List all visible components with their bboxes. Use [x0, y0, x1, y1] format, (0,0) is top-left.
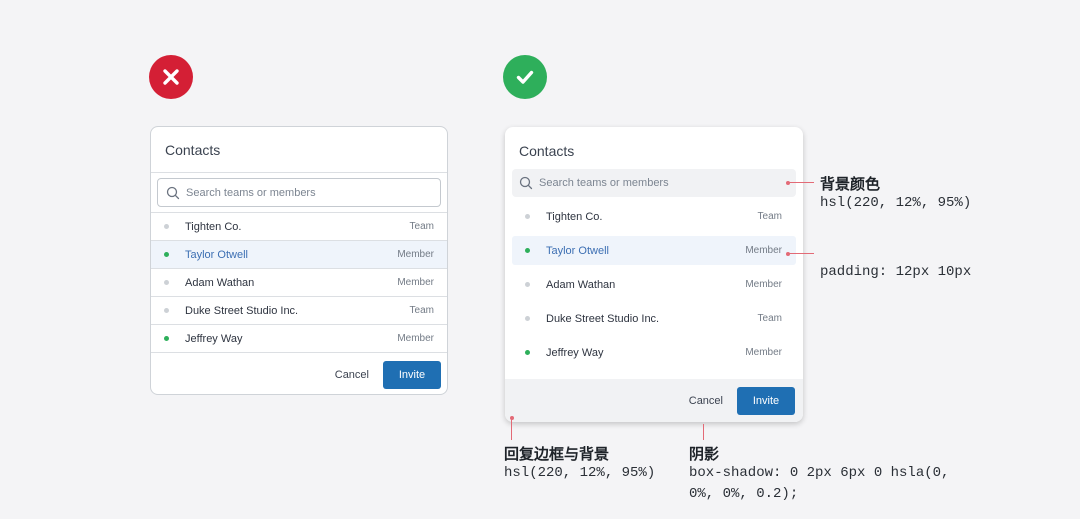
search-input[interactable]: [539, 177, 759, 189]
contact-name: Jeffrey Way: [185, 332, 243, 345]
invite-button[interactable]: Invite: [737, 386, 795, 415]
contact-name: Taylor Otwell: [546, 244, 609, 257]
dialog-footer: Cancel Invite: [151, 353, 447, 394]
contact-name: Tighten Co.: [546, 210, 603, 223]
search-icon: [519, 176, 533, 190]
dialog-title: Contacts: [519, 143, 575, 159]
shadow-annotation-value-line1: box-shadow: 0 2px 6px 0 hsla(0,: [689, 465, 950, 481]
annotation-leader-line: [788, 253, 814, 254]
status-dot: [164, 308, 169, 313]
status-dot: [525, 316, 530, 321]
contact-name: Adam Wathan: [185, 276, 255, 289]
cancel-button[interactable]: Cancel: [689, 395, 723, 407]
border-bg-annotation-value: hsl(220, 12%, 95%): [504, 465, 656, 481]
shadow-annotation-title: 阴影: [689, 445, 720, 463]
status-dot: [525, 282, 530, 287]
contact-role: Team: [409, 221, 434, 232]
contact-list: Tighten Co. Team Taylor Otwell Member Ad…: [151, 213, 447, 353]
contacts-dialog-bad: Contacts Tighten Co. Team Taylor Otwell …: [150, 126, 448, 395]
shadow-annotation-value-line2: 0%, 0%, 0.2);: [689, 486, 799, 502]
contact-role: Team: [409, 305, 434, 316]
search-box[interactable]: [512, 169, 796, 197]
status-dot: [525, 214, 530, 219]
contact-name: Taylor Otwell: [185, 248, 248, 261]
list-item[interactable]: Adam Wathan Member: [512, 270, 796, 299]
status-dot: [164, 336, 169, 341]
annotation-leader-line: [511, 418, 512, 440]
cancel-button[interactable]: Cancel: [335, 369, 369, 381]
list-item-selected[interactable]: Taylor Otwell Member: [151, 241, 447, 269]
list-item[interactable]: Tighten Co. Team: [151, 213, 447, 241]
search-input[interactable]: [186, 186, 406, 199]
contact-role: Member: [745, 245, 782, 256]
search-icon: [166, 186, 180, 199]
contact-role: Member: [745, 347, 782, 358]
contact-role: Team: [757, 313, 782, 324]
list-item[interactable]: Jeffrey Way Member: [512, 338, 796, 367]
contacts-dialog-good: Contacts Tighten Co. Team Taylor Otwell …: [505, 127, 803, 422]
status-dot: [164, 252, 169, 257]
contact-name: Jeffrey Way: [546, 346, 604, 359]
list-item[interactable]: Tighten Co. Team: [512, 202, 796, 231]
contact-role: Member: [745, 279, 782, 290]
dialog-title: Contacts: [151, 127, 447, 173]
status-dot: [164, 224, 169, 229]
search-box[interactable]: [157, 178, 441, 207]
contact-name: Adam Wathan: [546, 278, 616, 291]
contact-role: Member: [397, 249, 434, 260]
annotation-leader-line: [703, 424, 704, 440]
status-dot: [525, 248, 530, 253]
invite-button[interactable]: Invite: [383, 360, 441, 389]
contact-role: Team: [757, 211, 782, 222]
wrong-badge-icon: [149, 55, 193, 99]
contact-list: Tighten Co. Team Taylor Otwell Member Ad…: [505, 197, 803, 367]
checkmark-icon: [516, 70, 534, 84]
contact-name: Duke Street Studio Inc.: [185, 304, 299, 317]
list-item[interactable]: Jeffrey Way Member: [151, 325, 447, 353]
contact-name: Duke Street Studio Inc.: [546, 312, 660, 325]
correct-badge-icon: [503, 55, 547, 99]
list-item[interactable]: Duke Street Studio Inc. Team: [512, 304, 796, 333]
contact-role: Member: [397, 333, 434, 344]
status-dot: [525, 350, 530, 355]
bg-color-annotation-title: 背景颜色: [820, 175, 881, 193]
contact-name: Tighten Co.: [185, 220, 242, 233]
list-item[interactable]: Adam Wathan Member: [151, 269, 447, 297]
border-bg-annotation-title: 回复边框与背景: [504, 445, 610, 463]
search-area: [151, 173, 447, 213]
x-icon: [163, 69, 179, 85]
list-item-selected[interactable]: Taylor Otwell Member: [512, 236, 796, 265]
bg-color-annotation-value: hsl(220, 12%, 95%): [820, 195, 972, 211]
contact-role: Member: [397, 277, 434, 288]
dialog-footer: Cancel Invite: [505, 379, 803, 422]
list-item[interactable]: Duke Street Studio Inc. Team: [151, 297, 447, 325]
padding-annotation-value: padding: 12px 10px: [820, 264, 972, 280]
annotation-leader-line: [788, 182, 814, 183]
status-dot: [164, 280, 169, 285]
